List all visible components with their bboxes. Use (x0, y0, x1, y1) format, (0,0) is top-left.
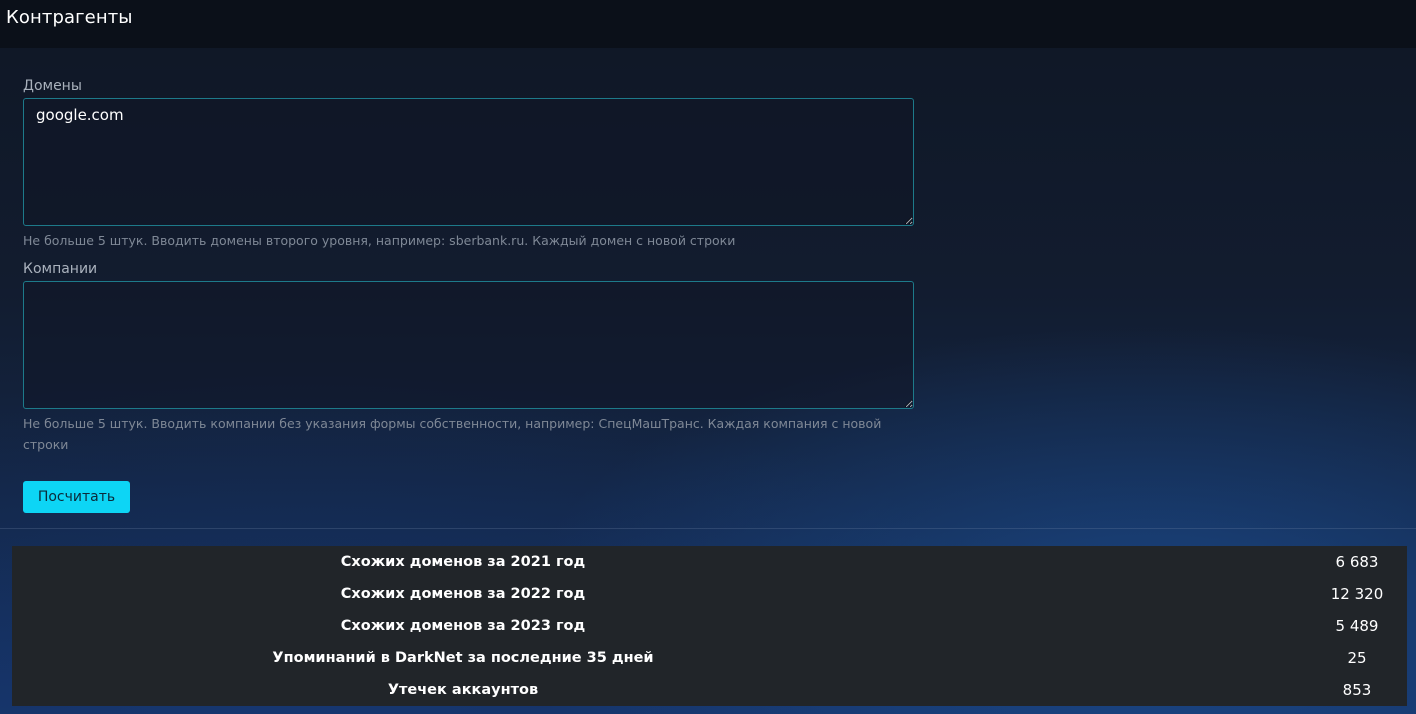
domains-help-text: Не больше 5 штук. Вводить домены второго… (23, 233, 736, 248)
table-row: Схожих доменов за 2023 год 5 489 (12, 610, 1407, 642)
stat-label: Схожих доменов за 2023 год (340, 618, 586, 634)
stat-value: 5 489 (1335, 617, 1379, 635)
domains-textarea[interactable]: google.com (23, 98, 914, 226)
section-divider (0, 528, 1416, 529)
domains-label: Домены (23, 78, 82, 94)
companies-textarea[interactable] (23, 281, 914, 409)
stat-value: 25 (1347, 649, 1367, 667)
stat-label: Упоминаний в DarkNet за последние 35 дне… (272, 650, 654, 666)
companies-label: Компании (23, 261, 98, 277)
page-header: Контрагенты (0, 0, 1416, 48)
stat-label: Утечек аккаунтов (387, 682, 539, 698)
stat-value: 6 683 (1335, 553, 1379, 571)
page-title: Контрагенты (6, 7, 133, 28)
table-row: Утечек аккаунтов 853 (12, 674, 1407, 706)
stat-value: 853 (1342, 681, 1372, 699)
table-row: Схожих доменов за 2022 год 12 320 (12, 578, 1407, 610)
stat-label: Схожих доменов за 2022 год (340, 586, 586, 602)
table-row: Схожих доменов за 2021 год 6 683 (12, 546, 1407, 578)
stat-label: Схожих доменов за 2021 год (340, 554, 586, 570)
counterparty-form: Домены google.com Не больше 5 штук. Ввод… (23, 76, 915, 455)
calculate-button[interactable]: Посчитать (23, 481, 130, 513)
stats-table: Схожих доменов за 2021 год 6 683 Схожих … (12, 546, 1407, 706)
companies-help-text: Не больше 5 штук. Вводить компании без у… (23, 416, 882, 452)
stat-value: 12 320 (1330, 585, 1384, 603)
table-row: Упоминаний в DarkNet за последние 35 дне… (12, 642, 1407, 674)
